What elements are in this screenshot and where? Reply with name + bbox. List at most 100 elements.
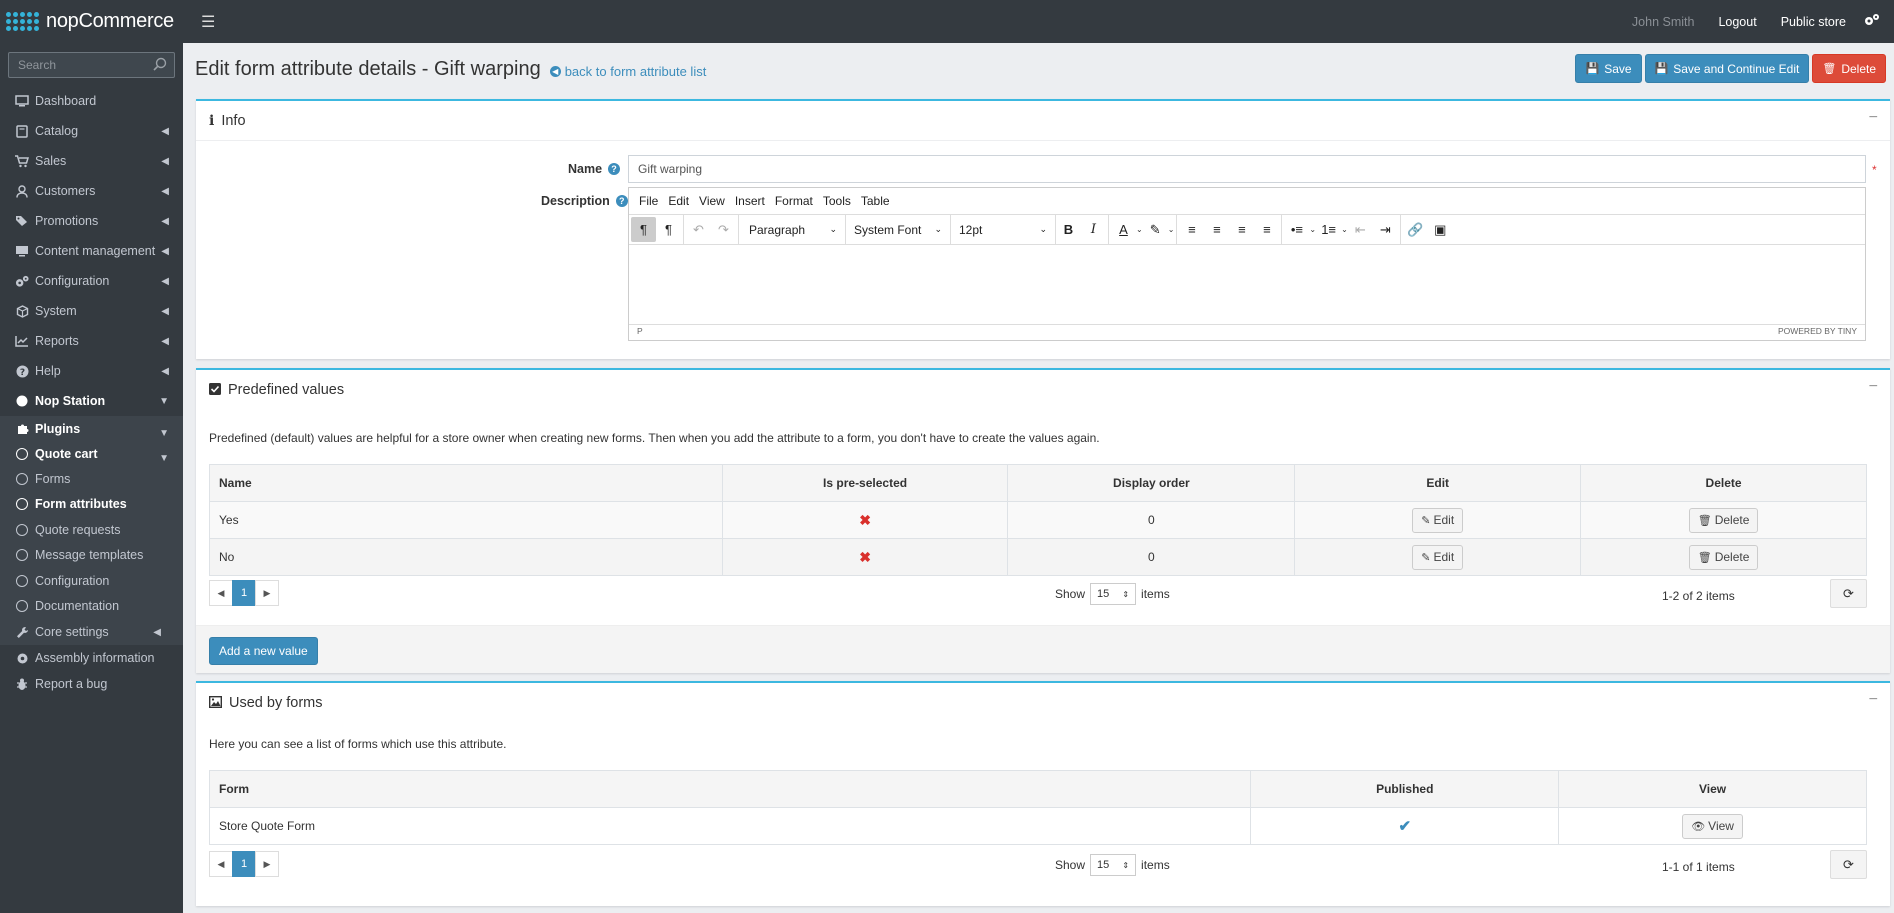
bold-icon[interactable]: B	[1056, 217, 1081, 242]
sidebar-item-assembly-information[interactable]: Assembly information	[0, 645, 183, 671]
collapse-icon[interactable]: −	[1869, 378, 1878, 396]
chevron-down-icon[interactable]: ⌄	[1136, 225, 1143, 234]
settings-gears-icon[interactable]	[1864, 13, 1880, 31]
edit-row-button[interactable]: ✎ Edit	[1412, 507, 1464, 533]
editor-element-path[interactable]: P	[637, 326, 643, 336]
save-continue-button[interactable]: 💾 Save and Continue Edit	[1644, 54, 1810, 83]
sidebar-item-documentation[interactable]: Documentation	[0, 594, 183, 620]
editor-menu-table[interactable]: Table	[861, 194, 890, 208]
next-page-icon[interactable]: ▶	[255, 851, 279, 877]
bullet-list-icon[interactable]: •≡	[1284, 217, 1309, 242]
font-family-select[interactable]: System Font ⌄	[846, 214, 951, 245]
column-header-published[interactable]: Published	[1250, 770, 1560, 808]
sidebar-item-help[interactable]: ? Help ◀	[0, 356, 183, 386]
highlight-color-icon[interactable]: ✎	[1143, 217, 1168, 242]
help-icon[interactable]: ?	[608, 163, 621, 175]
sidebar-item-catalog[interactable]: Catalog ◀	[0, 116, 183, 146]
indent-icon[interactable]: ⇥	[1373, 217, 1398, 242]
align-left-icon[interactable]: ≡	[1179, 217, 1204, 242]
refresh-button[interactable]: ⟳	[1830, 579, 1867, 608]
align-justify-icon[interactable]: ≡	[1254, 217, 1279, 242]
page-number[interactable]: 1	[232, 851, 256, 877]
rtl-icon[interactable]: ¶	[656, 217, 681, 242]
sidebar-item-content-management[interactable]: Content management ◀	[0, 236, 183, 266]
info-card-header[interactable]: i Info	[196, 101, 1890, 141]
sidebar-item-system[interactable]: System ◀	[0, 296, 183, 326]
sidebar-item-promotions[interactable]: Promotions ◀	[0, 206, 183, 236]
sidebar-item-report-a-bug[interactable]: Report a bug	[0, 671, 183, 697]
help-icon[interactable]: ?	[615, 195, 628, 207]
column-header-is-preselected[interactable]: Is pre-selected	[721, 464, 1009, 502]
sidebar-item-nop-station[interactable]: Nop Station ▼	[0, 386, 183, 416]
sidebar-item-quote-configuration[interactable]: Configuration	[0, 568, 183, 594]
sidebar-item-plugins[interactable]: Plugins ▼	[0, 416, 183, 441]
public-store-link[interactable]: Public store	[1781, 15, 1846, 29]
save-button[interactable]: 💾 Save	[1575, 54, 1642, 83]
predefined-card-header[interactable]: Predefined values	[196, 370, 1890, 410]
brand-logo[interactable]: nopCommerce	[0, 0, 183, 43]
sidebar-item-customers[interactable]: Customers ◀	[0, 176, 183, 206]
undo-icon[interactable]: ↶	[686, 217, 711, 242]
prev-page-icon[interactable]: ◀	[209, 580, 233, 606]
italic-icon[interactable]: I	[1081, 217, 1106, 242]
sidebar-item-form-attributes[interactable]: Form attributes	[0, 492, 183, 518]
text-color-icon[interactable]: A	[1111, 217, 1136, 242]
sidebar-search-input[interactable]	[8, 52, 175, 78]
editor-menu-insert[interactable]: Insert	[735, 194, 765, 208]
pagination-info: 1-2 of 2 items	[1662, 589, 1735, 603]
chevron-down-icon[interactable]: ⌄	[1309, 225, 1316, 234]
prev-page-icon[interactable]: ◀	[209, 851, 233, 877]
delete-row-button[interactable]: 🗑 Delete	[1688, 507, 1759, 533]
sidebar-item-sales[interactable]: Sales ◀	[0, 146, 183, 176]
outdent-icon[interactable]: ⇤	[1348, 217, 1373, 242]
sidebar-item-quote-requests[interactable]: Quote requests	[0, 517, 183, 543]
chevron-down-icon: ⌄	[1039, 224, 1047, 234]
editor-menu-tools[interactable]: Tools	[823, 194, 851, 208]
next-page-icon[interactable]: ▶	[255, 580, 279, 606]
editor-menu-format[interactable]: Format	[775, 194, 813, 208]
hamburger-menu-icon[interactable]: ☰	[201, 12, 215, 32]
edit-row-button[interactable]: ✎ Edit	[1412, 544, 1464, 570]
column-header-display-order[interactable]: Display order	[1007, 464, 1296, 502]
sidebar-item-message-templates[interactable]: Message templates	[0, 543, 183, 569]
delete-button[interactable]: 🗑 Delete	[1812, 54, 1886, 83]
back-to-list-link[interactable]: ◀ back to form attribute list	[549, 64, 706, 79]
align-right-icon[interactable]: ≡	[1229, 217, 1254, 242]
link-icon[interactable]: 🔗	[1403, 217, 1428, 242]
block-format-select[interactable]: Paragraph ⌄	[741, 214, 846, 245]
sidebar-item-forms[interactable]: Forms	[0, 466, 183, 492]
add-new-value-button[interactable]: Add a new value	[209, 637, 318, 665]
powered-by-tiny[interactable]: POWERED BY TINY	[1778, 326, 1857, 336]
view-form-button[interactable]: 👁 View	[1682, 813, 1743, 839]
page-size-select[interactable]: 15 ⇕	[1090, 583, 1137, 605]
editor-content-area[interactable]	[629, 245, 1865, 324]
sidebar-item-core-settings[interactable]: Core settings ◀	[0, 619, 183, 645]
page-size-select[interactable]: 15 ⇕	[1090, 854, 1137, 876]
page-number[interactable]: 1	[232, 580, 256, 606]
editor-menu-view[interactable]: View	[699, 194, 725, 208]
align-center-icon[interactable]: ≡	[1204, 217, 1229, 242]
ltr-icon[interactable]: ¶	[631, 217, 656, 242]
sidebar-item-reports[interactable]: Reports ◀	[0, 326, 183, 356]
sidebar-item-quote-cart[interactable]: Quote cart ▼	[0, 441, 183, 466]
sidebar-item-configuration[interactable]: Configuration ◀	[0, 266, 183, 296]
collapse-icon[interactable]: −	[1869, 691, 1878, 709]
chevron-down-icon[interactable]: ⌄	[1341, 225, 1348, 234]
collapse-icon[interactable]: −	[1869, 109, 1878, 127]
sidebar-item-dashboard[interactable]: Dashboard	[0, 86, 183, 116]
name-input[interactable]	[628, 155, 1866, 183]
editor-menu-file[interactable]: File	[639, 194, 658, 208]
chevron-down-icon[interactable]: ⌄	[1168, 225, 1175, 234]
column-header-form[interactable]: Form	[208, 770, 1252, 808]
logout-link[interactable]: Logout	[1718, 15, 1756, 29]
delete-row-button[interactable]: 🗑 Delete	[1688, 544, 1759, 570]
used-by-card-header[interactable]: Used by forms	[196, 683, 1890, 723]
editor-menu-edit[interactable]: Edit	[668, 194, 689, 208]
font-size-select[interactable]: 12pt ⌄	[951, 214, 1056, 245]
search-icon[interactable]	[153, 57, 167, 74]
column-header-name[interactable]: Name	[209, 464, 723, 502]
refresh-button[interactable]: ⟳	[1830, 850, 1867, 879]
redo-icon[interactable]: ↷	[711, 217, 736, 242]
numbered-list-icon[interactable]: 1≡	[1316, 217, 1341, 242]
image-icon[interactable]: ▣	[1428, 217, 1453, 242]
